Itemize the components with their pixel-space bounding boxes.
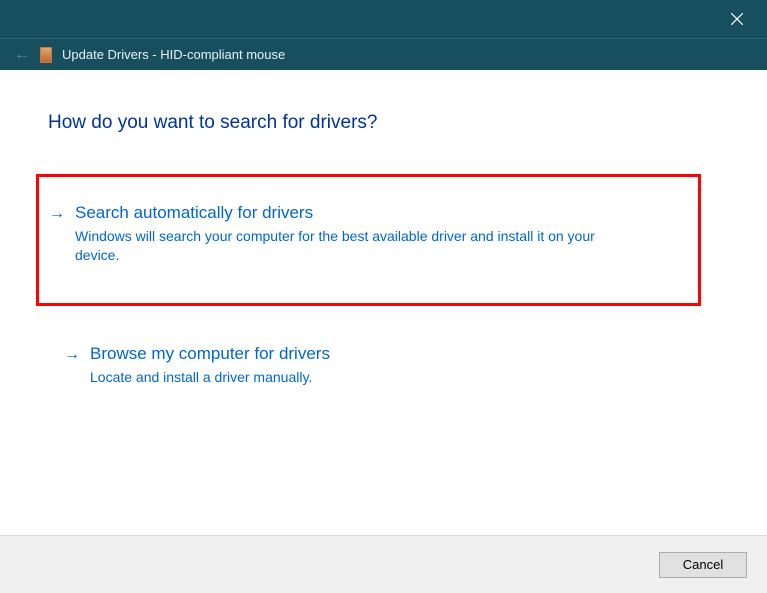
cancel-button[interactable]: Cancel [659, 552, 747, 578]
option-body: Search automatically for drivers Windows… [75, 203, 692, 265]
footer: Cancel [0, 535, 767, 593]
page-heading: How do you want to search for drivers? [48, 112, 719, 134]
option-body: Browse my computer for drivers Locate an… [90, 344, 713, 387]
arrow-right-icon: → [49, 205, 65, 223]
option-browse-computer[interactable]: → Browse my computer for drivers Locate … [48, 336, 719, 401]
device-icon [40, 47, 52, 63]
option-description: Windows will search your computer for th… [75, 227, 635, 265]
option-title: Browse my computer for drivers [90, 344, 713, 364]
arrow-right-icon: → [64, 346, 80, 364]
back-arrow-icon: ← [14, 46, 30, 64]
option-title: Search automatically for drivers [75, 203, 692, 223]
content-area: How do you want to search for drivers? →… [0, 70, 767, 535]
option-search-automatically[interactable]: → Search automatically for drivers Windo… [36, 174, 701, 306]
close-button[interactable] [714, 4, 759, 34]
close-icon [731, 13, 743, 25]
titlebar [0, 0, 767, 38]
toolbar-title: Update Drivers - HID-compliant mouse [62, 47, 285, 62]
toolbar: ← Update Drivers - HID-compliant mouse [0, 38, 767, 70]
option-description: Locate and install a driver manually. [90, 368, 650, 387]
